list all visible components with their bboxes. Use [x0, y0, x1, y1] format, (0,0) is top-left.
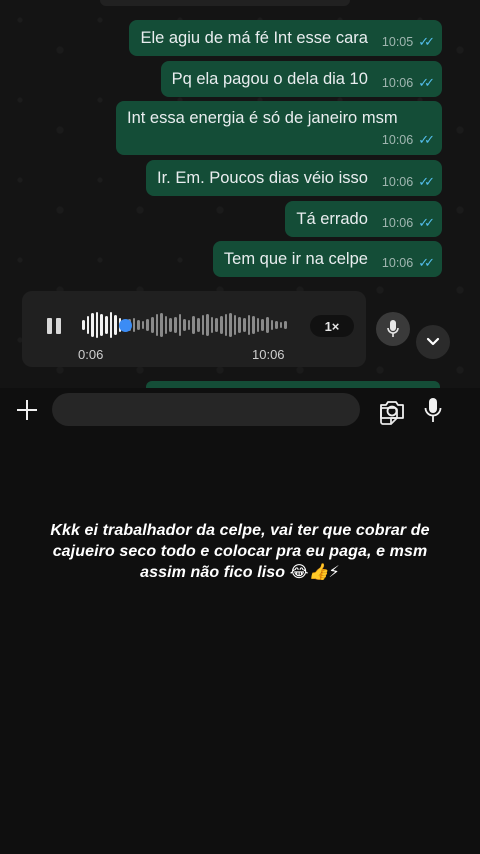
- message-bubble[interactable]: Tem que ir na celpe 10:06 ✓✓: [212, 241, 442, 277]
- message-meta: 10:06 ✓✓: [381, 75, 435, 91]
- message-input[interactable]: [52, 393, 398, 426]
- pause-icon[interactable]: [46, 318, 62, 334]
- waveform-bar: [197, 318, 200, 332]
- waveform-bar: [252, 316, 255, 334]
- waveform-bar: [266, 317, 269, 333]
- message-time: 10:06: [381, 76, 414, 90]
- message-text: Int essa energia é só de janeiro msm: [127, 108, 398, 127]
- message-meta: 10:06 ✓✓: [381, 255, 435, 271]
- waveform-bar: [238, 317, 241, 333]
- waveform-bar: [187, 320, 191, 330]
- waveform-bar: [178, 314, 182, 336]
- waveform-bar: [141, 321, 145, 329]
- read-receipt-icon: ✓✓: [418, 255, 435, 270]
- message-time: 10:06: [381, 256, 414, 270]
- waveform-bar: [210, 317, 214, 333]
- waveform-bar: [109, 312, 113, 338]
- waveform-bar: [229, 313, 232, 337]
- message-meta: 10:06 ✓✓: [381, 131, 435, 148]
- message-meta: 10:06 ✓✓: [381, 215, 435, 231]
- waveform-bar: [86, 316, 90, 334]
- waveform-bar: [183, 319, 186, 331]
- message-time: 10:06: [381, 132, 414, 147]
- next-message-edge: [146, 381, 440, 388]
- waveform-bar: [270, 320, 274, 330]
- voice-timestamp: 10:06: [252, 347, 285, 362]
- input-bar: [0, 388, 480, 432]
- message-bubble[interactable]: Ele agiu de má fé Int esse cara 10:05 ✓✓: [129, 20, 442, 56]
- message-time: 10:06: [381, 216, 414, 230]
- message-bubble[interactable]: Pq ela pagou o dela dia 10 10:06 ✓✓: [160, 61, 442, 97]
- playback-speed-button[interactable]: 1×: [310, 315, 354, 337]
- message-time: 10:06: [381, 175, 414, 189]
- voice-avatar: [376, 312, 410, 346]
- waveform-bar: [82, 320, 85, 330]
- plus-icon[interactable]: [14, 397, 40, 423]
- waveform-bar: [220, 316, 223, 334]
- voice-note-player: 0:06 10:06 1×: [22, 291, 366, 367]
- waveform-bar: [215, 318, 218, 332]
- voice-elapsed-time: 0:06: [78, 347, 104, 362]
- waveform-bar: [224, 314, 228, 336]
- waveform-bar: [206, 314, 209, 336]
- message-text: Ele agiu de má fé Int esse cara: [140, 28, 368, 47]
- waveform-bar: [132, 318, 136, 332]
- read-receipt-icon: ✓✓: [418, 131, 435, 147]
- read-receipt-icon: ✓✓: [418, 174, 435, 189]
- waveform-bar: [174, 317, 177, 333]
- waveform-bar: [256, 318, 260, 332]
- message-meta: 10:05 ✓✓: [381, 34, 435, 50]
- voice-waveform[interactable]: [82, 311, 292, 339]
- microphone-icon: [387, 320, 399, 337]
- waveform-bar: [164, 316, 168, 334]
- waveform-bar: [284, 321, 287, 329]
- waveform-bar: [91, 313, 94, 337]
- waveform-bar: [233, 315, 237, 335]
- message-meta: 10:06 ✓✓: [381, 174, 435, 190]
- previous-message-edge: [100, 0, 350, 6]
- waveform-bar: [169, 318, 172, 332]
- chat-area: Ele agiu de má fé Int esse cara 10:05 ✓✓…: [0, 0, 480, 388]
- screen: Ele agiu de má fé Int esse cara 10:05 ✓✓…: [0, 0, 480, 854]
- read-receipt-icon: ✓✓: [418, 75, 435, 90]
- waveform-bar: [247, 315, 251, 335]
- message-bubble[interactable]: Ir. Em. Poucos dias véio isso 10:06 ✓✓: [145, 160, 442, 196]
- waveform-bar: [137, 320, 140, 330]
- waveform-bar: [95, 312, 99, 338]
- message-text: Ir. Em. Poucos dias véio isso: [156, 168, 368, 187]
- waveform-bar: [261, 319, 264, 331]
- chevron-down-icon: [426, 337, 440, 346]
- waveform-bar: [192, 316, 195, 334]
- waveform-bar: [279, 322, 283, 328]
- camera-icon[interactable]: [378, 399, 406, 421]
- waveform-bar: [160, 313, 163, 337]
- message-bubble[interactable]: Int essa energia é só de janeiro msm 10:…: [116, 101, 442, 155]
- waveform-bar: [114, 315, 117, 335]
- message-bubble[interactable]: Tá errado 10:06 ✓✓: [285, 201, 442, 237]
- waveform-bar: [243, 318, 246, 332]
- message-text: Pq ela pagou o dela dia 10: [171, 69, 368, 88]
- waveform-bar: [105, 316, 108, 334]
- microphone-icon[interactable]: [423, 396, 443, 424]
- read-receipt-icon: ✓✓: [418, 34, 435, 49]
- waveform-bar: [201, 315, 205, 335]
- message-time: 10:05: [381, 35, 414, 49]
- scroll-down-button[interactable]: [416, 325, 450, 359]
- message-text: Tá errado: [296, 209, 368, 228]
- playhead[interactable]: [119, 318, 133, 332]
- waveform-bar: [275, 321, 278, 329]
- waveform-bar: [146, 319, 149, 331]
- waveform-bar: [151, 317, 154, 333]
- waveform-bar: [100, 314, 103, 336]
- message-text: Tem que ir na celpe: [223, 249, 368, 268]
- story-caption: Kkk ei trabalhador da celpe, vai ter que…: [50, 522, 430, 581]
- read-receipt-icon: ✓✓: [418, 215, 435, 230]
- waveform-bar: [155, 314, 159, 336]
